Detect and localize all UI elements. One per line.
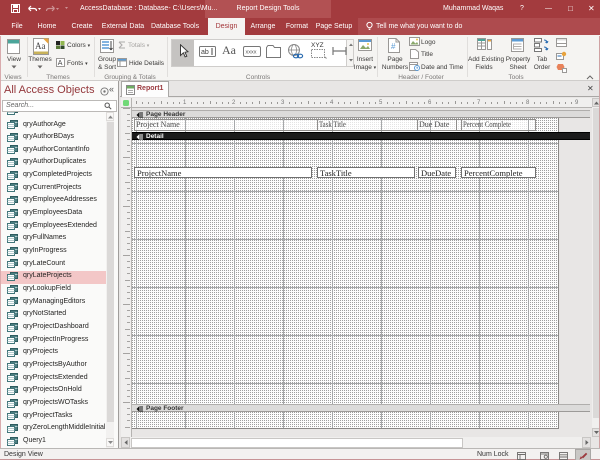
svg-text:Aa: Aa — [35, 41, 46, 51]
svg-text:ab: ab — [201, 49, 209, 56]
svg-text:XYZ: XYZ — [311, 42, 324, 49]
svg-text:#: # — [391, 42, 396, 51]
svg-text:xxxx: xxxx — [246, 50, 257, 56]
svg-text:A: A — [58, 60, 63, 67]
